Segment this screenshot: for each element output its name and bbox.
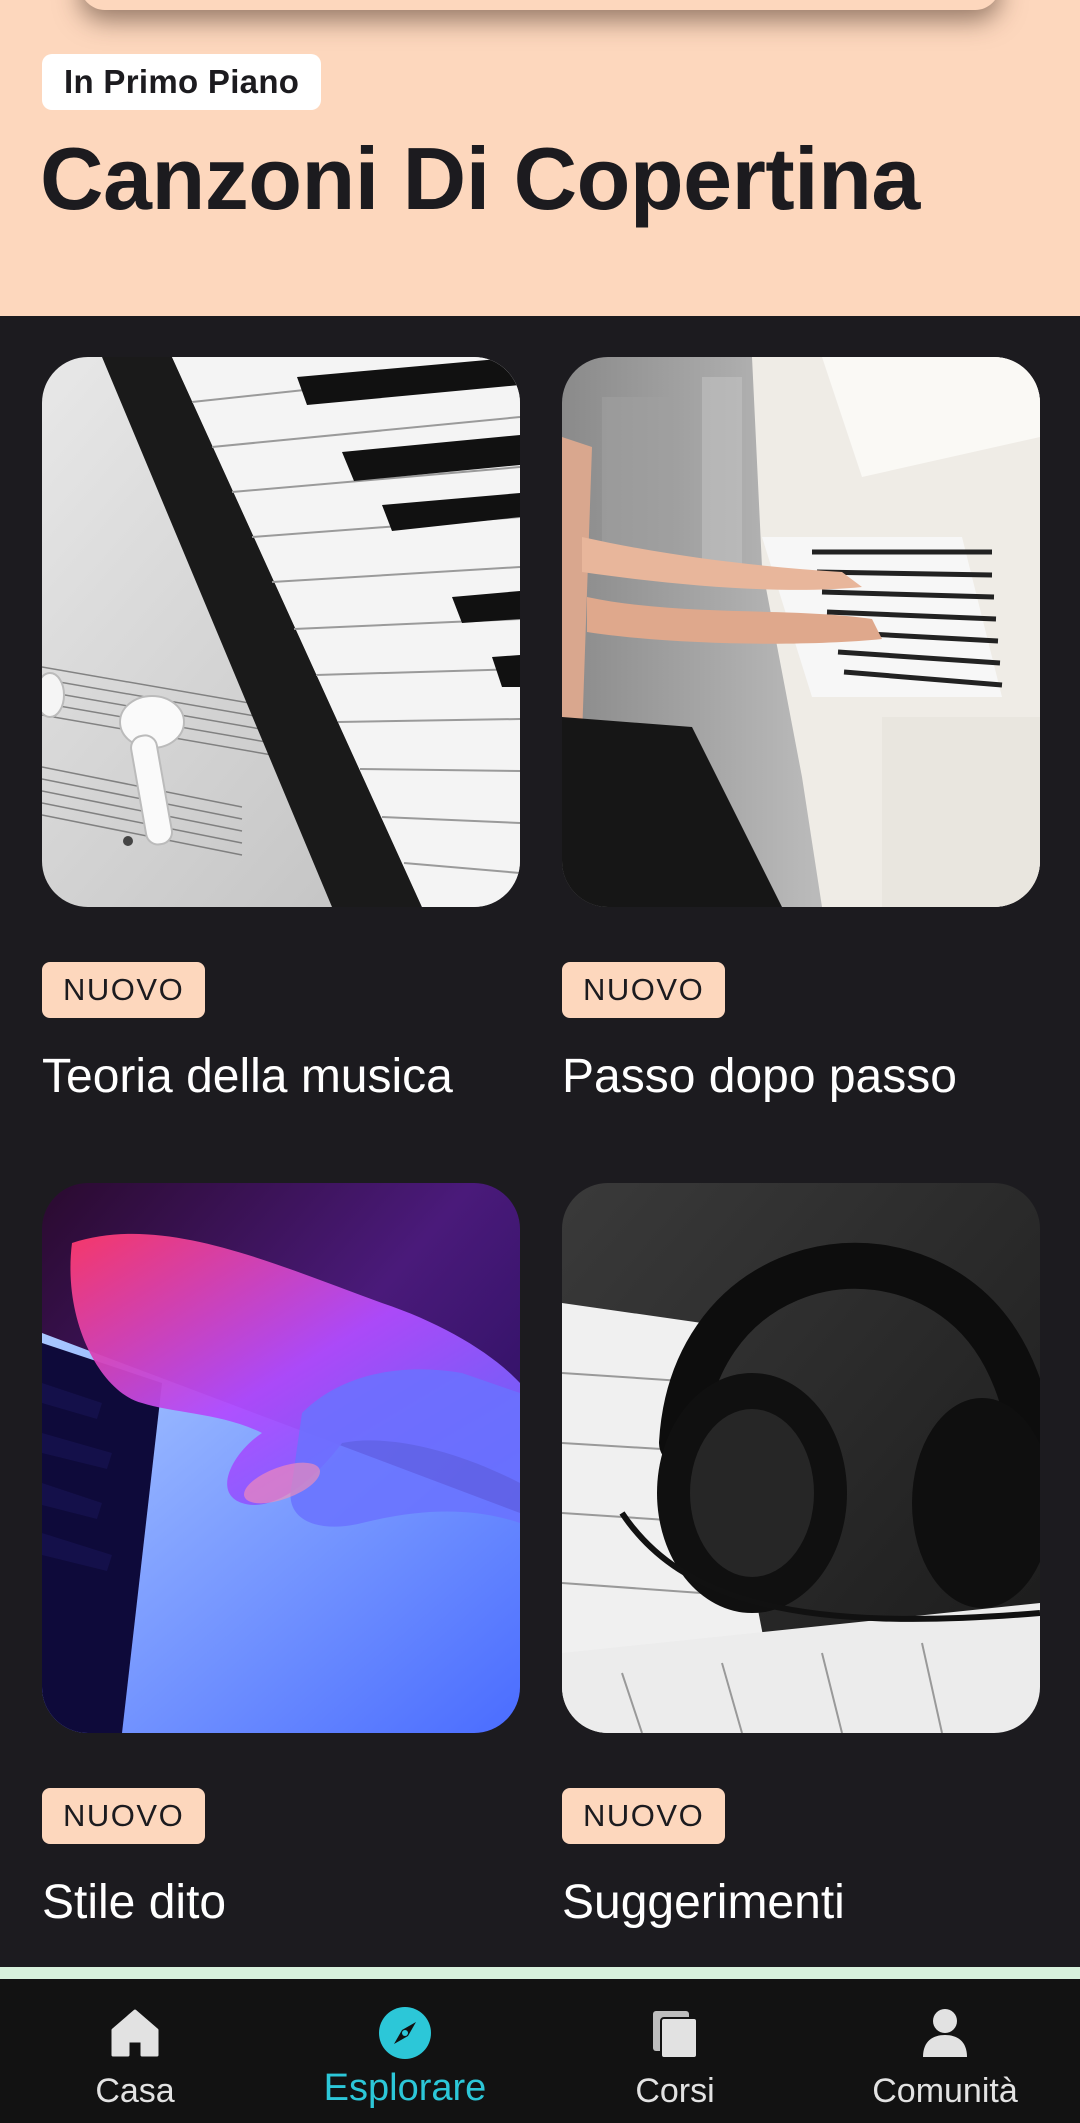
home-icon — [107, 2005, 163, 2061]
nav-label: Casa — [95, 2072, 175, 2110]
new-badge: NUOVO — [562, 962, 726, 1018]
featured-chip: In Primo Piano — [42, 54, 322, 110]
card-title[interactable]: Suggerimenti — [562, 1871, 845, 1935]
card-suggerimenti[interactable]: NUOVO Suggerimenti — [562, 1183, 1040, 1929]
nav-item-comunita[interactable]: Comunità — [810, 1979, 1080, 2123]
nav-item-corsi[interactable]: Corsi — [540, 1979, 810, 2123]
nav-item-esplorare[interactable]: Esplorare — [270, 1979, 540, 2123]
header-shadow — [80, 0, 1000, 10]
card-image-person-playing-piano[interactable] — [562, 357, 1040, 907]
new-badge: NUOVO — [42, 962, 206, 1018]
nav-divider — [0, 1967, 1080, 1979]
card-passo-dopo-passo[interactable]: NUOVO Passo dopo passo — [562, 357, 1040, 1103]
new-badge: NUOVO — [42, 1788, 206, 1844]
card-title[interactable]: Teoria della musica — [42, 1045, 453, 1109]
card-image-hands-neon-keyboard[interactable] — [42, 1183, 520, 1733]
nav-label: Corsi — [635, 2072, 715, 2110]
compass-icon — [377, 2005, 433, 2061]
card-title[interactable]: Stile dito — [42, 1871, 226, 1935]
card-image-piano-sheet-music[interactable] — [42, 357, 520, 907]
bottom-navigation: Casa Esplorare Corsi Comunità — [0, 1979, 1080, 2123]
card-teoria-della-musica[interactable]: NUOVO Teoria della musica — [42, 357, 520, 1103]
nav-item-casa[interactable]: Casa — [0, 1979, 270, 2123]
page-title: Canzoni Di Copertina — [40, 129, 920, 228]
featured-header: In Primo Piano Canzoni Di Copertina — [0, 0, 1080, 316]
nav-label: Esplorare — [323, 2067, 487, 2109]
card-title[interactable]: Passo dopo passo — [562, 1045, 957, 1109]
courses-icon — [647, 2005, 703, 2061]
card-stile-dito[interactable]: NUOVO Stile dito — [42, 1183, 520, 1929]
person-icon — [917, 2005, 973, 2061]
card-image-headphones-on-piano[interactable] — [562, 1183, 1040, 1733]
new-badge: NUOVO — [562, 1788, 726, 1844]
nav-label: Comunità — [872, 2072, 1018, 2110]
